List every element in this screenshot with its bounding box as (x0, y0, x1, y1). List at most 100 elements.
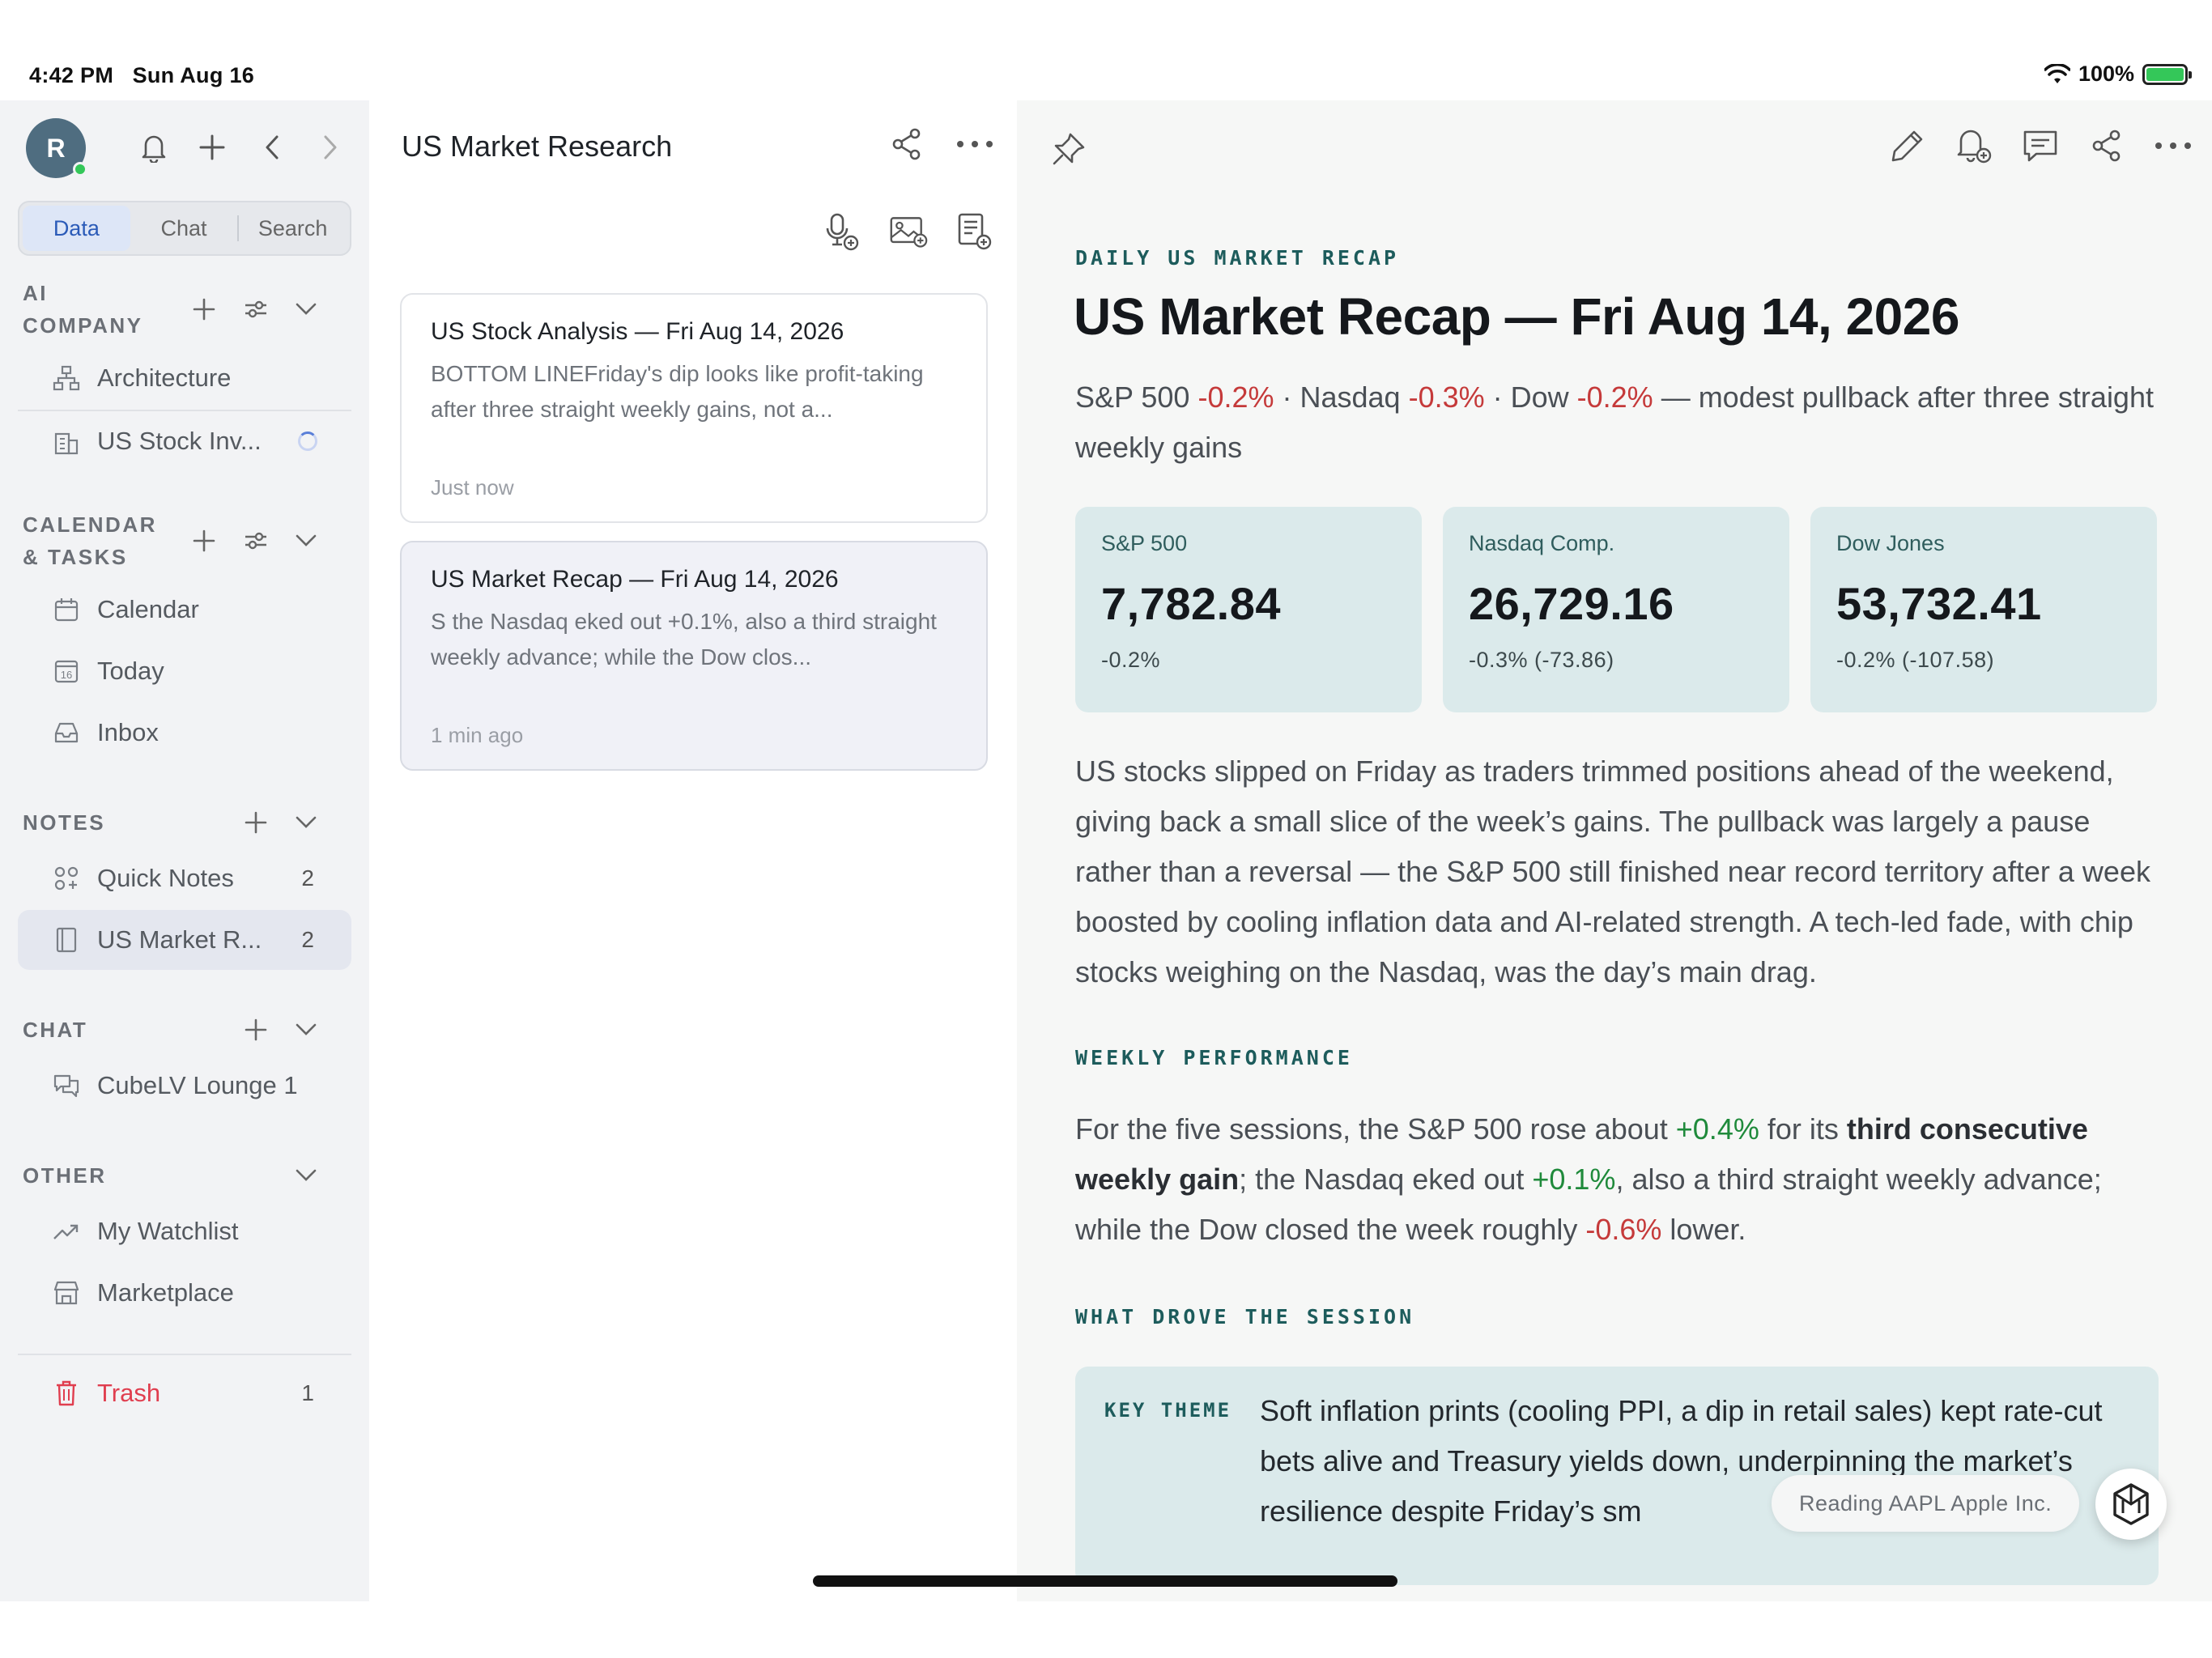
sidebar-item-quick-notes[interactable]: Quick Notes 2 (18, 848, 351, 908)
sidebar-item-marketplace[interactable]: Marketplace (18, 1263, 351, 1323)
metric-label: Dow Jones (1836, 531, 1945, 555)
status-indicators: 100% (2044, 62, 2192, 87)
sidebar-item-us-stock-inv[interactable]: US Stock Inv... (18, 411, 351, 471)
item-count: 2 (301, 865, 314, 891)
sidebar-item-label: My Watchlist (97, 1217, 239, 1245)
metric-change: -0.2% (1101, 648, 1161, 672)
note-timestamp: 1 min ago (431, 723, 524, 747)
article-title: US Market Recap — Fri Aug 14, 2026 (1074, 287, 1959, 346)
home-indicator[interactable] (813, 1575, 1397, 1587)
add-icon[interactable] (240, 1014, 272, 1046)
sidebar-tabs: Data Chat Search (18, 201, 351, 256)
store-icon (50, 1277, 83, 1309)
sidebar-item-today[interactable]: 16 Today (18, 641, 351, 701)
add-icon[interactable] (188, 525, 220, 557)
sidebar-item-inbox[interactable]: Inbox (18, 703, 351, 763)
chat-bubbles-icon (50, 1069, 83, 1102)
add-icon[interactable] (194, 130, 230, 165)
forward-icon[interactable] (313, 130, 348, 165)
item-count: 1 (301, 1380, 314, 1405)
battery-icon (2142, 63, 2192, 85)
tab-data[interactable]: Data (23, 206, 130, 251)
metric-card-sp500: S&P 500 7,782.84 -0.2% (1075, 507, 1422, 712)
avatar[interactable]: R (26, 118, 87, 178)
share-icon[interactable] (2087, 126, 2126, 165)
calendar-icon (50, 593, 83, 626)
article-subtitle: S&P 500 -0.2% · Nasdaq -0.3% · Dow -0.2%… (1075, 380, 2154, 464)
metric-change: -0.3% (-73.86) (1469, 648, 1614, 672)
section-heading-session: WHAT DROVE THE SESSION (1075, 1305, 1415, 1329)
sidebar-item-trash[interactable]: Trash 1 (18, 1363, 351, 1423)
chevron-down-icon[interactable] (290, 525, 322, 557)
sidebar-item-label: Quick Notes (97, 864, 234, 892)
tab-search[interactable]: Search (239, 206, 347, 251)
chevron-down-icon[interactable] (290, 806, 322, 839)
note-timestamp: Just now (431, 475, 514, 500)
section-title-ai-company: AI COMPANY (23, 281, 143, 338)
comment-icon[interactable] (2021, 126, 2060, 165)
sidebar-item-us-market-research[interactable]: US Market R... 2 (18, 910, 351, 970)
metric-value: 7,782.84 (1101, 578, 1281, 629)
share-icon[interactable] (887, 125, 926, 164)
sidebar-item-label: US Market R... (97, 925, 262, 954)
image-note-icon[interactable] (889, 212, 928, 251)
article-eyebrow: DAILY US MARKET RECAP (1075, 246, 1400, 270)
pin-icon[interactable] (1049, 130, 1088, 168)
chevron-down-icon[interactable] (290, 1014, 322, 1046)
more-icon[interactable] (955, 125, 994, 164)
voice-note-icon[interactable] (823, 212, 861, 251)
grid-nodes-icon (50, 862, 83, 895)
cube-logo-icon (2113, 1483, 2149, 1525)
sidebar-item-label: Calendar (97, 595, 199, 623)
sidebar-item-cubelv-lounge[interactable]: CubeLV Lounge 1 (18, 1056, 351, 1116)
sidebar-item-label: CubeLV Lounge 1 (97, 1071, 298, 1099)
chevron-down-icon[interactable] (290, 1159, 322, 1192)
note-snippet: BOTTOM LINEFriday's dip looks like profi… (431, 361, 924, 422)
assistant-cube-button[interactable] (2095, 1469, 2167, 1540)
dow-change: -0.2% (1576, 380, 1653, 414)
article-weekly: For the five sessions, the S&P 500 rose … (1075, 1112, 2102, 1246)
back-icon[interactable] (254, 130, 290, 165)
note-title: US Stock Analysis — Fri Aug 14, 2026 (431, 318, 844, 345)
sidebar-item-my-watchlist[interactable]: My Watchlist (18, 1201, 351, 1261)
filter-icon[interactable] (240, 525, 272, 557)
battery-percent: 100% (2078, 62, 2134, 86)
note-reader: DAILY US MARKET RECAP US Market Recap — … (1017, 100, 2212, 1601)
reading-status-pill: Reading AAPL Apple Inc. (1772, 1475, 2080, 1532)
item-count: 2 (301, 927, 314, 952)
metric-label: S&P 500 (1101, 531, 1188, 555)
trash-icon (50, 1377, 83, 1409)
sidebar-item-label: Trash (97, 1379, 161, 1407)
inbox-icon (50, 716, 83, 749)
tab-chat[interactable]: Chat (130, 206, 238, 251)
sidebar-item-architecture[interactable]: Architecture (18, 348, 351, 408)
add-icon[interactable] (240, 806, 272, 839)
note-card[interactable]: US Stock Analysis — Fri Aug 14, 2026 BOT… (400, 293, 988, 523)
edit-pencil-icon[interactable] (1888, 126, 1927, 165)
add-reminder-icon[interactable] (1955, 126, 1993, 165)
building-icon (50, 425, 83, 457)
loading-spinner-icon (298, 432, 317, 451)
sidebar-item-label: Marketplace (97, 1278, 234, 1307)
note-card-selected[interactable]: US Market Recap — Fri Aug 14, 2026 S the… (400, 541, 988, 771)
wifi-icon (2044, 63, 2070, 83)
metric-value: 26,729.16 (1469, 578, 1674, 629)
filter-icon[interactable] (240, 293, 272, 325)
new-note-icon[interactable] (955, 212, 994, 251)
chevron-down-icon[interactable] (290, 293, 322, 325)
sidebar-item-calendar[interactable]: Calendar (18, 580, 351, 640)
note-snippet: S the Nasdaq eked out +0.1%, also a thir… (431, 609, 937, 670)
add-icon[interactable] (188, 293, 220, 325)
metric-label: Nasdaq Comp. (1469, 531, 1615, 555)
more-icon[interactable] (2154, 126, 2193, 165)
metric-value: 53,732.41 (1836, 578, 2042, 629)
sidebar-item-label: US Stock Inv... (97, 427, 262, 455)
section-title-calendar-tasks: CALENDAR & TASKS (23, 512, 157, 569)
trend-up-icon (50, 1215, 83, 1248)
metric-change: -0.2% (-107.58) (1836, 648, 1995, 672)
bell-icon[interactable] (136, 130, 172, 165)
sidebar-item-label: Today (97, 657, 164, 685)
status-time: 4:42 PM Sun Aug 16 (29, 63, 255, 87)
page-title: US Market Research (402, 130, 673, 163)
notebook-icon (50, 924, 83, 956)
